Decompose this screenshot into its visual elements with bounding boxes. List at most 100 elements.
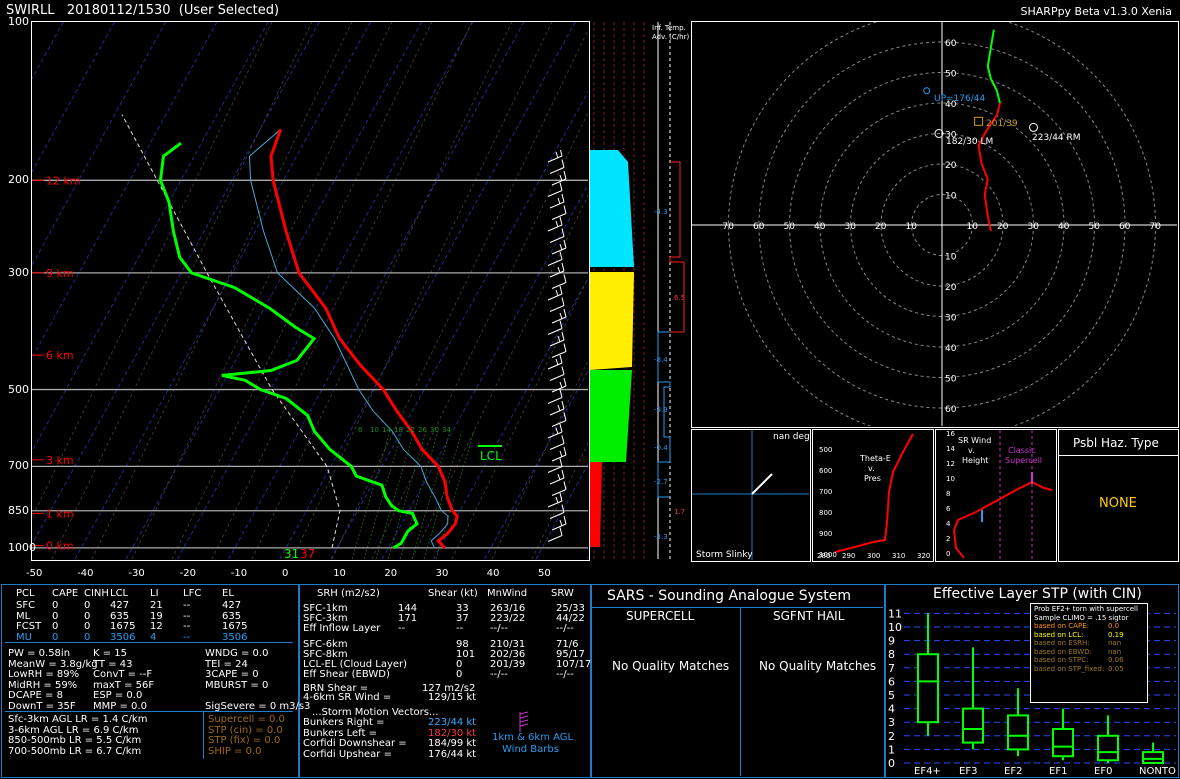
hazard-divider: [1058, 455, 1178, 456]
parcel-cell: 1675: [110, 621, 136, 632]
parcel-cell: 635: [222, 610, 242, 622]
stp-box: [1052, 728, 1074, 758]
hodo-ytick: 20: [945, 283, 957, 293]
isotherm: [74, 22, 371, 559]
hodograph-plot[interactable]: 70 60 50 40 30 20 10 10 20 30 40 50 60 70 60 50 40 30 20 10…: [692, 22, 1177, 426]
hodo-xtick: 40: [1058, 222, 1070, 232]
stp-legend-label: Sample CLIMO = .15 sigtor: [1034, 613, 1129, 622]
wind-barb-flag: [559, 458, 563, 467]
parcel-header-PCL: PCL: [16, 588, 35, 599]
parcel-header-CAPE: CAPE: [52, 588, 79, 599]
wind-barb-flag: [563, 515, 567, 525]
wind-barb-flag: [555, 496, 559, 504]
index-col2: maxT = 56F: [93, 679, 155, 691]
parcel-cell: 3506: [222, 631, 248, 643]
temperature-trace: [269, 128, 459, 549]
stp-ytick: 1: [888, 743, 895, 756]
stp-ytick: 8: [888, 648, 895, 661]
wind-barb: [551, 420, 567, 427]
thetae-ytick: 800: [819, 509, 832, 517]
thetae-xtick: 300: [867, 552, 880, 560]
thetae-label3: Pres: [864, 474, 881, 483]
stp-legend-label: Prob EF2+ torn with supercell: [1034, 605, 1138, 613]
wind-barb: [551, 316, 567, 324]
parcel-cell: ML: [16, 610, 31, 622]
mixing-ratio-label: 30: [430, 426, 439, 434]
temp-tick--50: -50: [26, 568, 43, 579]
wind-barb: [549, 270, 565, 278]
thetae-ytick: 500: [819, 446, 832, 454]
parcel-cell: 427: [222, 600, 242, 611]
inftemp-value: 1.7: [674, 508, 685, 516]
stp-legend-label: based on ESRH:: [1034, 639, 1090, 647]
hodo-xtick: 50: [784, 222, 796, 232]
stp-ytick: 9: [888, 635, 895, 648]
inftemp-title1: Inf. Temp.: [652, 24, 686, 32]
parcel-cell: 1675: [222, 621, 248, 632]
index-col2: K = 15: [93, 648, 128, 659]
kin-cell: --/--: [490, 623, 508, 634]
barb-label2: Wind Barbs: [502, 744, 559, 755]
stp-legend-label: based on LCL:: [1034, 630, 1084, 639]
hodo-rm-label: 223/44 RM: [1032, 133, 1081, 143]
wind-barb: [549, 443, 565, 450]
pressure-tick-100: 100: [8, 15, 29, 28]
wind-barb-flag: [559, 354, 563, 364]
stp-category: EF0: [1094, 766, 1112, 776]
pressure-tick-300: 300: [8, 265, 29, 279]
wind-barb-flag: [561, 193, 565, 203]
parcel-cell: --: [183, 631, 191, 643]
stp-category: EF3: [959, 766, 977, 776]
wind-barb-flag: [559, 243, 563, 251]
wind-barb-flag: [559, 216, 563, 226]
thetae-ytick: 700: [819, 488, 832, 496]
hodo-trace-mid: [986, 29, 1001, 104]
mixing-ratio-line: [375, 431, 415, 559]
index-col1: DownT = 35F: [8, 700, 76, 712]
motion-value: 184/99 kt: [428, 738, 477, 749]
pressure-tick-1000: 1000: [8, 540, 36, 554]
hodo-ytick: 50: [945, 70, 957, 80]
pressure-tick-700: 700: [8, 459, 29, 473]
stp-legend-value: 0.19: [1108, 630, 1124, 639]
wind-barb-flag: [561, 159, 565, 168]
mixing-ratio-label: 10: [370, 426, 379, 434]
pressure-tick-200: 200: [8, 173, 29, 187]
hodo-lm-label: 182/30 LM: [946, 137, 994, 147]
hodo-xtick: 70: [723, 222, 735, 232]
dry-adiabat: [211, 22, 473, 559]
stab-band-green: [590, 370, 632, 462]
wind-barb-flag: [559, 182, 563, 191]
stp-category: EF4+: [914, 766, 941, 776]
wind-barb-flag: [555, 427, 559, 435]
wind-barb-flag: [559, 423, 563, 433]
hodo-ytick: 60: [945, 405, 957, 415]
wind-barb: [551, 351, 567, 358]
srwind-ytick: 14: [946, 445, 955, 453]
kin-cell: --: [398, 623, 406, 634]
stp-legend-label: based on STP_fixed:: [1034, 664, 1105, 673]
inftemp-value: 6.5: [674, 294, 685, 302]
parcel-cell: 0: [52, 610, 59, 622]
composite-index: STP (cin) = 0.0: [208, 724, 283, 736]
parcel-cell: --: [183, 610, 191, 622]
stp-legend-value: 0.0: [1108, 622, 1120, 630]
kin-header: MnWind: [487, 588, 528, 599]
index-col3: WNDG = 0.0: [205, 648, 269, 659]
stp-box: [1097, 734, 1119, 762]
isotherm: [32, 22, 218, 360]
motion-label: Corfidi Upshear =: [303, 748, 392, 760]
srwind-trace: [952, 480, 1053, 559]
wind-barb-flag: [563, 377, 567, 387]
wind-barb: [547, 466, 563, 473]
composite-index: SHIP = 0.0: [208, 745, 262, 757]
sars-divider: [592, 607, 883, 608]
hodo-xtick: 20: [875, 222, 887, 232]
skewt-plot[interactable]: 12 km9 km6 km3 km1 km0 kmLCL6 10 14 18 22 26 3…: [32, 22, 588, 559]
lapse-rate: 3-6km AGL LR = 6.9 C/km: [8, 724, 139, 736]
inferred-temp-advection: -4.3 6.5 -8.4 -9.9 -0.4 -2.7 1.7 -3.3: [654, 22, 685, 559]
stp-category: EF1: [1049, 766, 1067, 776]
motion-value: 182/30 kt: [428, 727, 477, 739]
parcel-cell: 635: [110, 610, 130, 622]
stp-box: [1007, 714, 1029, 751]
